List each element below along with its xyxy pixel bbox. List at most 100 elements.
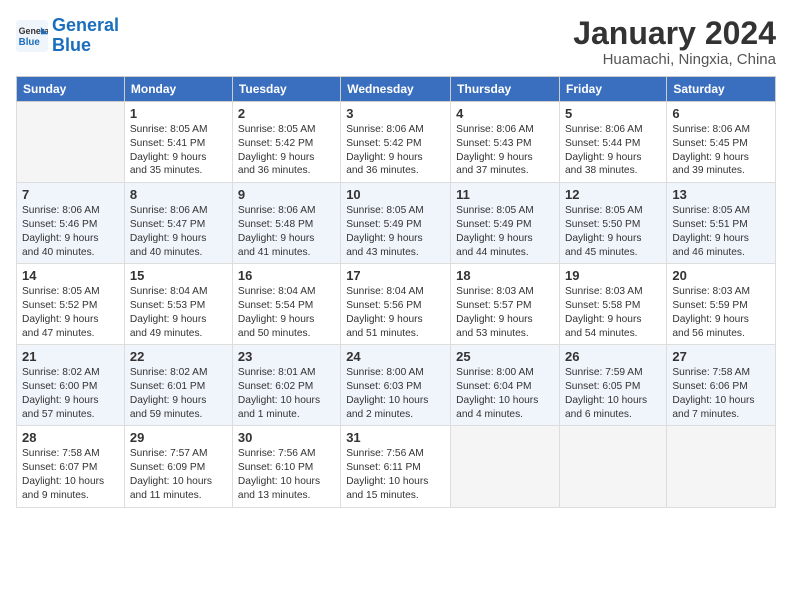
logo: General Blue General Blue [16,16,119,56]
calendar-week-row: 21 Sunrise: 8:02 AM Sunset: 6:00 PM Dayli… [17,345,776,426]
calendar-header-monday: Monday [124,77,232,102]
day-number: 2 [238,106,335,121]
day-info: Sunrise: 7:56 AM Sunset: 6:10 PM Dayligh… [238,447,335,502]
day-info: Sunrise: 7:56 AM Sunset: 6:11 PM Dayligh… [346,447,445,502]
calendar-cell: 13 Sunrise: 8:05 AM Sunset: 5:51 PM Dayli… [667,183,776,264]
day-info: Sunrise: 8:06 AM Sunset: 5:46 PM Dayligh… [22,204,119,259]
calendar-header-sunday: Sunday [17,77,125,102]
day-number: 1 [130,106,227,121]
calendar-cell: 29 Sunrise: 7:57 AM Sunset: 6:09 PM Dayli… [124,426,232,507]
calendar-cell: 2 Sunrise: 8:05 AM Sunset: 5:42 PM Daylig… [232,102,340,183]
calendar-cell: 19Sunrise: 8:03 AM Sunset: 5:58 PM Dayli… [560,264,667,345]
calendar-cell: 12Sunrise: 8:05 AM Sunset: 5:50 PM Dayli… [560,183,667,264]
calendar-header-saturday: Saturday [667,77,776,102]
calendar-cell: 28Sunrise: 7:58 AM Sunset: 6:07 PM Dayli… [17,426,125,507]
calendar-week-row: 1 Sunrise: 8:05 AM Sunset: 5:41 PM Daylig… [17,102,776,183]
day-info: Sunrise: 8:06 AM Sunset: 5:47 PM Dayligh… [130,204,227,259]
calendar-cell: 26 Sunrise: 7:59 AM Sunset: 6:05 PM Dayli… [560,345,667,426]
calendar-cell: 16Sunrise: 8:04 AM Sunset: 5:54 PM Dayli… [232,264,340,345]
day-number: 23 [238,349,335,364]
calendar-cell: 14 Sunrise: 8:05 AM Sunset: 5:52 PM Dayli… [17,264,125,345]
calendar-table: SundayMondayTuesdayWednesdayThursdayFrid… [16,76,776,507]
calendar-cell: 5Sunrise: 8:06 AM Sunset: 5:44 PM Daylig… [560,102,667,183]
calendar-cell: 17 Sunrise: 8:04 AM Sunset: 5:56 PM Dayli… [341,264,451,345]
calendar-cell: 1 Sunrise: 8:05 AM Sunset: 5:41 PM Daylig… [124,102,232,183]
day-info: Sunrise: 8:05 AM Sunset: 5:51 PM Dayligh… [672,204,770,259]
day-info: Sunrise: 8:06 AM Sunset: 5:45 PM Dayligh… [672,123,770,178]
day-info: Sunrise: 8:05 AM Sunset: 5:50 PM Dayligh… [565,204,661,259]
calendar-header-thursday: Thursday [451,77,560,102]
day-number: 24 [346,349,445,364]
day-info: Sunrise: 8:03 AM Sunset: 5:59 PM Dayligh… [672,285,770,340]
calendar-cell: 4 Sunrise: 8:06 AM Sunset: 5:43 PM Daylig… [451,102,560,183]
day-number: 27 [672,349,770,364]
day-number: 14 [22,268,119,283]
day-number: 7 [22,187,119,202]
day-info: Sunrise: 8:04 AM Sunset: 5:54 PM Dayligh… [238,285,335,340]
calendar-header-friday: Friday [560,77,667,102]
day-info: Sunrise: 8:05 AM Sunset: 5:52 PM Dayligh… [22,285,119,340]
day-info: Sunrise: 7:58 AM Sunset: 6:06 PM Dayligh… [672,366,770,421]
day-number: 31 [346,430,445,445]
day-info: Sunrise: 8:04 AM Sunset: 5:56 PM Dayligh… [346,285,445,340]
day-number: 11 [456,187,554,202]
logo-blue: Blue [52,35,91,55]
day-number: 17 [346,268,445,283]
logo-text: General Blue [52,16,119,56]
day-info: Sunrise: 8:05 AM Sunset: 5:42 PM Dayligh… [238,123,335,178]
day-info: Sunrise: 8:02 AM Sunset: 6:00 PM Dayligh… [22,366,119,421]
day-number: 10 [346,187,445,202]
day-number: 19 [565,268,661,283]
calendar-header-tuesday: Tuesday [232,77,340,102]
calendar-cell: 3Sunrise: 8:06 AM Sunset: 5:42 PM Daylig… [341,102,451,183]
day-number: 25 [456,349,554,364]
day-number: 22 [130,349,227,364]
day-number: 3 [346,106,445,121]
day-info: Sunrise: 8:06 AM Sunset: 5:48 PM Dayligh… [238,204,335,259]
calendar-cell: 20Sunrise: 8:03 AM Sunset: 5:59 PM Dayli… [667,264,776,345]
calendar-cell: 21 Sunrise: 8:02 AM Sunset: 6:00 PM Dayli… [17,345,125,426]
day-info: Sunrise: 8:05 AM Sunset: 5:41 PM Dayligh… [130,123,227,178]
day-info: Sunrise: 7:59 AM Sunset: 6:05 PM Dayligh… [565,366,661,421]
day-number: 5 [565,106,661,121]
calendar-cell: 27 Sunrise: 7:58 AM Sunset: 6:06 PM Dayli… [667,345,776,426]
calendar-cell [451,426,560,507]
title-block: January 2024 Huamachi, Ningxia, China [573,16,776,68]
calendar-header-row: SundayMondayTuesdayWednesdayThursdayFrid… [17,77,776,102]
calendar-cell: 23 Sunrise: 8:01 AM Sunset: 6:02 PM Dayli… [232,345,340,426]
day-number: 21 [22,349,119,364]
calendar-cell: 6 Sunrise: 8:06 AM Sunset: 5:45 PM Daylig… [667,102,776,183]
calendar-cell: 9 Sunrise: 8:06 AM Sunset: 5:48 PM Daylig… [232,183,340,264]
day-info: Sunrise: 8:02 AM Sunset: 6:01 PM Dayligh… [130,366,227,421]
day-number: 26 [565,349,661,364]
day-number: 4 [456,106,554,121]
day-info: Sunrise: 8:05 AM Sunset: 5:49 PM Dayligh… [456,204,554,259]
day-info: Sunrise: 8:04 AM Sunset: 5:53 PM Dayligh… [130,285,227,340]
day-info: Sunrise: 8:03 AM Sunset: 5:57 PM Dayligh… [456,285,554,340]
day-number: 30 [238,430,335,445]
calendar-cell [667,426,776,507]
calendar-cell: 18 Sunrise: 8:03 AM Sunset: 5:57 PM Dayli… [451,264,560,345]
calendar-week-row: 28Sunrise: 7:58 AM Sunset: 6:07 PM Dayli… [17,426,776,507]
page-title: January 2024 [573,16,776,51]
day-info: Sunrise: 8:01 AM Sunset: 6:02 PM Dayligh… [238,366,335,421]
day-number: 8 [130,187,227,202]
logo-general: General [52,15,119,35]
calendar-cell: 8 Sunrise: 8:06 AM Sunset: 5:47 PM Daylig… [124,183,232,264]
calendar-week-row: 7 Sunrise: 8:06 AM Sunset: 5:46 PM Daylig… [17,183,776,264]
calendar-cell: 7 Sunrise: 8:06 AM Sunset: 5:46 PM Daylig… [17,183,125,264]
calendar-cell [560,426,667,507]
day-number: 6 [672,106,770,121]
day-info: Sunrise: 8:06 AM Sunset: 5:43 PM Dayligh… [456,123,554,178]
day-number: 13 [672,187,770,202]
calendar-cell: 10 Sunrise: 8:05 AM Sunset: 5:49 PM Dayli… [341,183,451,264]
day-number: 29 [130,430,227,445]
calendar-cell [17,102,125,183]
day-info: Sunrise: 8:05 AM Sunset: 5:49 PM Dayligh… [346,204,445,259]
day-number: 28 [22,430,119,445]
day-number: 18 [456,268,554,283]
calendar-cell: 15Sunrise: 8:04 AM Sunset: 5:53 PM Dayli… [124,264,232,345]
day-info: Sunrise: 8:00 AM Sunset: 6:04 PM Dayligh… [456,366,554,421]
day-number: 9 [238,187,335,202]
day-info: Sunrise: 7:57 AM Sunset: 6:09 PM Dayligh… [130,447,227,502]
